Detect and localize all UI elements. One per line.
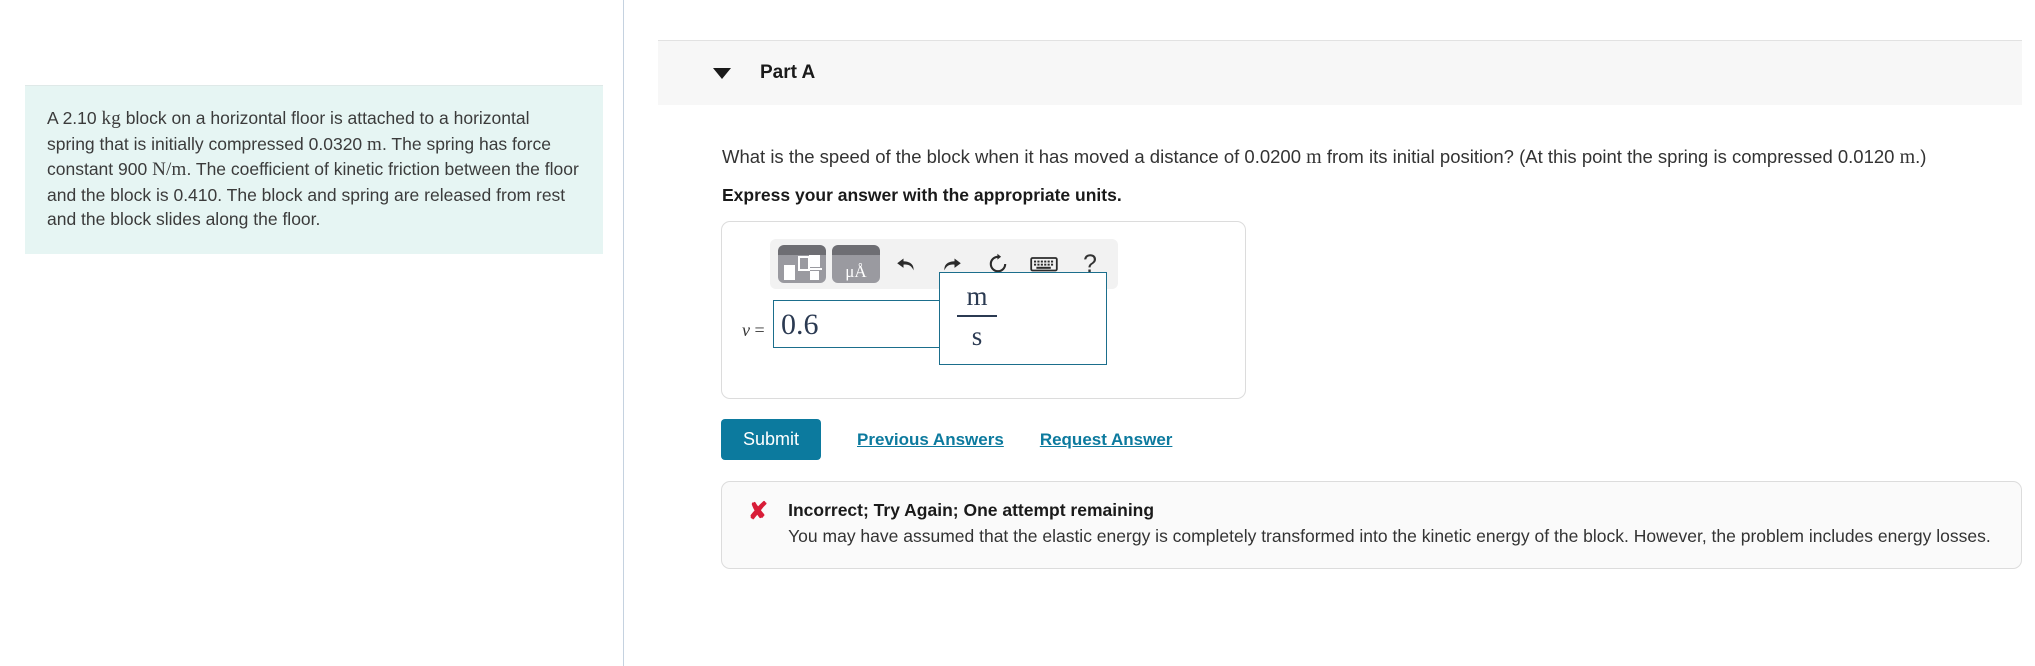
units-fraction: m s [954,279,1000,353]
problem-fragment-1: kg [101,108,121,129]
previous-answers-link[interactable]: Previous Answers [857,430,1004,450]
question-unit-1: m [1306,146,1322,168]
answer-row: v = 0.6 m s [722,272,1245,394]
feedback-detail: You may have assumed that the elastic en… [788,526,1991,546]
x-mark-icon: ✘ [748,498,769,525]
answer-units-input[interactable]: m s [939,272,1107,365]
problem-fragment-5: N/m [152,159,187,180]
problem-fragment-0: A 2.10 [47,108,102,128]
problem-fragment-3: m [367,133,383,155]
fraction-bar-icon [957,315,997,317]
request-answer-link[interactable]: Request Answer [1040,430,1173,450]
equals-sign: = [754,320,765,340]
feedback-title: Incorrect; Try Again; One attempt remain… [788,500,1155,520]
question-text: What is the speed of the block when it h… [722,145,2032,169]
variable-symbol: v [742,320,750,340]
math-template-icon[interactable] [778,245,826,283]
question-mid: from its initial position? (At this poin… [1321,146,1900,167]
part-title: Part A [760,62,816,83]
answer-instruction: Express your answer with the appropriate… [722,185,1122,205]
units-numerator: m [966,281,988,311]
answer-input-card: μÅ ? v = 0.6 m s [721,221,1246,399]
units-icon-label: μÅ [845,262,867,281]
question-tail: .) [1915,146,1927,167]
feedback-box: ✘ Incorrect; Try Again; One attempt rema… [721,481,2022,569]
question-unit-2: m [1899,146,1916,168]
part-header[interactable]: Part A [658,40,2022,105]
part-panel: Part A What is the speed of the block wh… [625,0,2035,666]
submit-button[interactable]: Submit [721,419,822,460]
part-body: What is the speed of the block when it h… [625,105,2035,569]
chevron-down-icon[interactable] [713,67,731,79]
question-lead: What is the speed of the block when it h… [722,146,1307,167]
problem-panel: A 2.10 kg block on a horizontal floor is… [0,0,624,666]
units-icon[interactable]: μÅ [832,245,880,283]
problem-statement: A 2.10 kg block on a horizontal floor is… [25,85,603,254]
answer-value-input[interactable]: 0.6 [773,300,940,348]
actions-row: Submit Previous Answers Request Answer [721,419,1172,460]
undo-icon[interactable] [886,245,926,283]
answer-variable-label: v = [742,320,765,341]
feedback-text-block: Incorrect; Try Again; One attempt remain… [788,498,1991,548]
units-denominator: s [971,321,983,351]
page-root: A 2.10 kg block on a horizontal floor is… [0,0,2035,666]
problem-statement-text: A 2.10 kg block on a horizontal floor is… [47,108,579,229]
